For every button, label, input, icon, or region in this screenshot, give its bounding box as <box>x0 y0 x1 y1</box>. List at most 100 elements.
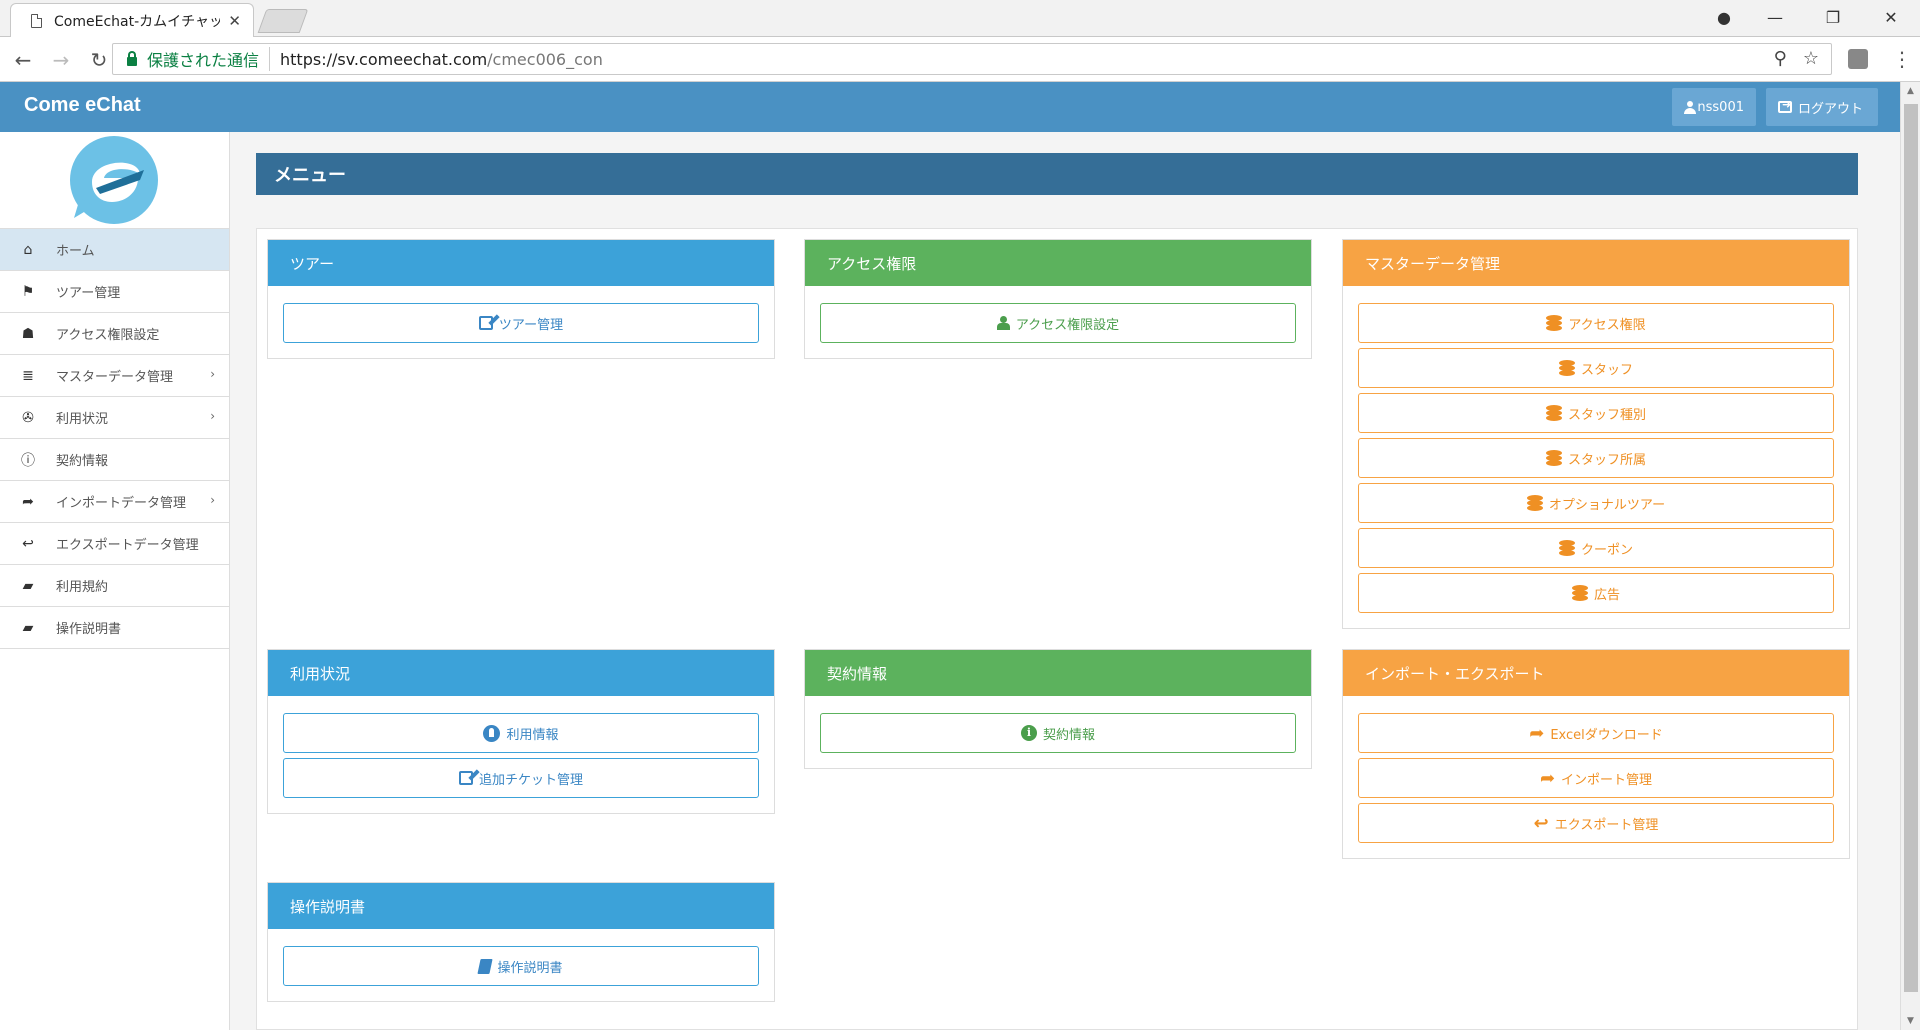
master-access-button[interactable]: アクセス権限 <box>1358 303 1834 343</box>
database-icon <box>1545 449 1562 467</box>
sidebar-item-5[interactable]: ⓘ 契約情報 <box>0 439 229 481</box>
database-icon: ≣ <box>22 367 34 384</box>
master-optional-tour-button[interactable]: オプショナルツアー <box>1358 483 1834 523</box>
back-icon[interactable]: ← <box>8 48 38 72</box>
new-tab-button[interactable] <box>257 9 309 33</box>
card-usage-title: 利用状況 <box>268 650 774 696</box>
card-tour-title: ツアー <box>268 240 774 286</box>
sidebar-item-8[interactable]: ▰ 利用規約 <box>0 565 229 607</box>
profile-icon[interactable]: ● <box>1702 8 1746 27</box>
sidebar-item-9[interactable]: ▰ 操作説明書 <box>0 607 229 649</box>
chevron-right-icon: › <box>210 367 215 381</box>
rebel-icon <box>483 724 501 742</box>
sidebar-item-6[interactable]: ➦ インポートデータ管理 › <box>0 481 229 523</box>
database-icon <box>1546 314 1563 332</box>
url-host: https://sv.comeechat.com <box>280 49 488 69</box>
sidebar-item-4[interactable]: ✇ 利用状況 › <box>0 397 229 439</box>
card-import-export: インポート・エクスポート ➦ Excelダウンロード ➦ インポート管理 ↩ エ… <box>1342 649 1850 859</box>
lock-icon <box>127 50 137 66</box>
restore-icon[interactable]: ❐ <box>1804 8 1862 27</box>
page-title: メニュー <box>256 153 1858 195</box>
app-logo <box>70 136 158 224</box>
card-manual: 操作説明書 操作説明書 <box>267 882 775 1002</box>
card-contract-title: 契約情報 <box>805 650 1311 696</box>
master-staff-type-button[interactable]: スタッフ種別 <box>1358 393 1834 433</box>
window-controls: ● — ❐ ✕ <box>1702 0 1920 34</box>
url-path: /cmec006_con <box>487 49 603 69</box>
usage-info-button[interactable]: 利用情報 <box>283 713 759 753</box>
share-icon: ➦ <box>1539 767 1556 789</box>
access-settings-button[interactable]: アクセス権限設定 <box>820 303 1296 343</box>
scroll-down-icon[interactable]: ▼ <box>1907 1016 1914 1026</box>
sidebar-nav: ⌂ ホーム ⚑ ツアー管理 ☗ アクセス権限設定 ≣ マスターデータ管理 › ✇ 利用状況 › ⓘ 契約情… <box>0 228 229 649</box>
contract-info-button[interactable]: 契約情報 <box>820 713 1296 753</box>
browser-toolbar: ← → ↻ 保護された通信 https://sv.comeechat.com /… <box>0 38 1920 82</box>
sidebar-item-2[interactable]: ☗ アクセス権限設定 <box>0 313 229 355</box>
flag-icon: ⚑ <box>21 283 35 300</box>
page-icon <box>31 13 42 28</box>
card-manual-title: 操作説明書 <box>268 883 774 929</box>
sidebar-item-label: インポートデータ管理 <box>56 496 187 511</box>
user-secret-icon <box>996 316 1010 330</box>
sidebar-item-label: アクセス権限設定 <box>56 328 160 343</box>
address-bar[interactable]: 保護された通信 https://sv.comeechat.com /cmec00… <box>112 43 1832 75</box>
forward-icon[interactable]: → <box>46 48 76 72</box>
sidebar-item-label: 契約情報 <box>56 454 109 469</box>
brand-title[interactable]: Come eChat <box>24 94 141 117</box>
page-scrollbar[interactable]: ▲ ▼ <box>1900 82 1920 1030</box>
sidebar-item-1[interactable]: ⚑ ツアー管理 <box>0 271 229 313</box>
master-staff-button[interactable]: スタッフ <box>1358 348 1834 388</box>
scroll-thumb[interactable] <box>1904 104 1918 992</box>
close-tab-icon[interactable]: ✕ <box>228 12 241 30</box>
book-icon: ▰ <box>22 577 34 594</box>
tour-manage-button[interactable]: ツアー管理 <box>283 303 759 343</box>
secure-label: 保護された通信 <box>147 47 271 71</box>
reply-icon: ↩ <box>22 535 34 552</box>
excel-download-button[interactable]: ➦ Excelダウンロード <box>1358 713 1834 753</box>
logout-button[interactable]: ログアウト <box>1766 88 1878 126</box>
export-manage-button[interactable]: ↩ エクスポート管理 <box>1358 803 1834 843</box>
database-icon <box>1558 539 1575 557</box>
chevron-right-icon: › <box>210 493 215 507</box>
bookmark-star-icon[interactable]: ☆ <box>1803 48 1819 69</box>
info-icon: ⓘ <box>21 452 35 469</box>
sidebar-item-3[interactable]: ≣ マスターデータ管理 › <box>0 355 229 397</box>
sidebar-item-label: ツアー管理 <box>56 286 121 301</box>
card-tour: ツアー ツアー管理 <box>267 239 775 359</box>
zoom-icon[interactable]: ⚲ <box>1774 48 1787 69</box>
database-icon <box>1545 404 1562 422</box>
sidebar-item-label: 操作説明書 <box>56 622 122 637</box>
browser-tab[interactable]: ComeEchat-カムイチャット ✕ <box>10 3 254 37</box>
master-staff-dept-button[interactable]: スタッフ所属 <box>1358 438 1834 478</box>
app-header: Come eChat nss001 ログアウト <box>0 82 1900 132</box>
sidebar-item-7[interactable]: ↩ エクスポートデータ管理 <box>0 523 229 565</box>
master-coupon-button[interactable]: クーポン <box>1358 528 1834 568</box>
reload-icon[interactable]: ↻ <box>84 48 114 72</box>
edit-icon <box>478 316 493 330</box>
sidebar-item-label: ホーム <box>56 244 95 259</box>
user-button[interactable]: nss001 <box>1672 88 1756 126</box>
logout-icon <box>1778 98 1792 113</box>
manual-button[interactable]: 操作説明書 <box>283 946 759 986</box>
book-icon: ▰ <box>22 619 34 636</box>
browser-menu-icon[interactable]: ⋮ <box>1892 46 1912 72</box>
import-manage-button[interactable]: ➦ インポート管理 <box>1358 758 1834 798</box>
username-label: nss001 <box>1697 99 1744 115</box>
sidebar-item-label: マスターデータ管理 <box>56 370 174 385</box>
logout-label: ログアウト <box>1798 101 1864 117</box>
card-access-title: アクセス権限 <box>805 240 1311 286</box>
close-window-icon[interactable]: ✕ <box>1862 8 1920 27</box>
database-icon <box>1558 359 1575 377</box>
database-icon <box>1571 584 1588 602</box>
master-ad-button[interactable]: 広告 <box>1358 573 1834 613</box>
chevron-right-icon: › <box>210 409 215 423</box>
home-icon: ⌂ <box>23 241 33 258</box>
extra-ticket-button[interactable]: 追加チケット管理 <box>283 758 759 798</box>
sidebar-item-0[interactable]: ⌂ ホーム <box>0 229 229 271</box>
edit-icon <box>458 771 473 785</box>
scroll-up-icon[interactable]: ▲ <box>1907 86 1914 96</box>
sidebar-item-label: エクスポートデータ管理 <box>56 538 199 553</box>
card-access: アクセス権限 アクセス権限設定 <box>804 239 1312 359</box>
extension-icon[interactable] <box>1848 49 1868 69</box>
minimize-icon[interactable]: — <box>1746 8 1804 27</box>
